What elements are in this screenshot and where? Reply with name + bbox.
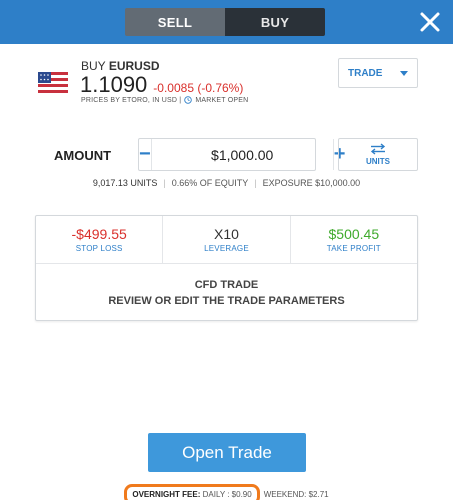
us-flag-icon xyxy=(38,72,68,93)
stop-loss-param[interactable]: -$499.55 STOP LOSS xyxy=(36,216,162,263)
price-meta: PRICES BY ETORO, IN USD | MARKET OPEN xyxy=(81,96,248,104)
close-icon[interactable] xyxy=(417,9,443,35)
amount-stepper: − + xyxy=(138,138,345,171)
sell-buy-toggle: SELL BUY xyxy=(125,8,325,36)
decrease-amount-button[interactable]: − xyxy=(139,139,151,170)
weekend-fee: WEEKEND: $2.71 xyxy=(263,490,329,499)
trade-parameters-panel: -$499.55 STOP LOSS X10 LEVERAGE $500.45 … xyxy=(35,215,418,321)
leverage-value: X10 xyxy=(214,226,239,242)
position-info: 9,017.13 UNITS | 0.66% OF EQUITY | EXPOS… xyxy=(92,178,361,188)
top-bar: SELL BUY xyxy=(0,0,453,44)
cfd-subtitle: REVIEW OR EDIT THE TRADE PARAMETERS xyxy=(108,295,345,307)
order-type-value: TRADE xyxy=(348,67,383,79)
price-row: 1.1090 -0.0085 (-0.76%) xyxy=(80,72,243,98)
units-toggle-button[interactable]: UNITS xyxy=(338,138,418,171)
units-count: 9,017.13 UNITS xyxy=(92,178,158,188)
leverage-label: LEVERAGE xyxy=(204,244,249,253)
take-profit-param[interactable]: $500.45 TAKE PROFIT xyxy=(289,216,417,263)
amount-input[interactable] xyxy=(150,139,334,170)
cfd-notice: CFD TRADE REVIEW OR EDIT THE TRADE PARAM… xyxy=(36,264,417,309)
stop-loss-label: STOP LOSS xyxy=(75,244,123,253)
buy-button[interactable]: BUY xyxy=(225,8,325,36)
instrument-title: BUY EURUSD xyxy=(81,59,159,73)
take-profit-value: $500.45 xyxy=(328,226,380,242)
cfd-title: CFD TRADE xyxy=(194,279,259,291)
take-profit-label: TAKE PROFIT xyxy=(326,244,381,253)
equity-percent: 0.66% OF EQUITY xyxy=(171,178,249,188)
leverage-param[interactable]: X10 LEVERAGE xyxy=(162,216,289,263)
fees-row: OVERNIGHT FEE: DAILY : $0.90 WEEKEND: $2… xyxy=(0,484,453,500)
price-source: PRICES BY ETORO, IN USD | xyxy=(81,96,182,104)
swap-arrows-icon xyxy=(370,143,386,155)
chevron-down-icon xyxy=(400,70,408,76)
instrument-symbol: EURUSD xyxy=(108,59,160,73)
instrument-price: 1.1090 xyxy=(80,72,148,97)
open-trade-button[interactable]: Open Trade xyxy=(148,433,306,472)
stop-loss-value: -$499.55 xyxy=(71,226,127,242)
exposure: EXPOSURE $10,000.00 xyxy=(262,178,361,188)
trade-form: BUY EURUSD 1.1090 -0.0085 (-0.76%) PRICE… xyxy=(0,44,453,500)
units-label: UNITS xyxy=(366,157,390,166)
overnight-fee-label: OVERNIGHT FEE: xyxy=(132,490,201,499)
amount-label: AMOUNT xyxy=(54,148,112,163)
trade-direction: BUY xyxy=(81,59,106,73)
overnight-fee-highlight: OVERNIGHT FEE: DAILY : $0.90 xyxy=(124,484,260,500)
parameters-row: -$499.55 STOP LOSS X10 LEVERAGE $500.45 … xyxy=(36,216,417,264)
order-type-select[interactable]: TRADE xyxy=(338,58,418,88)
clock-icon xyxy=(184,96,193,104)
sell-button[interactable]: SELL xyxy=(125,8,225,36)
market-status: MARKET OPEN xyxy=(195,96,249,104)
daily-fee: DAILY : $0.90 xyxy=(202,490,252,499)
price-change: -0.0085 (-0.76%) xyxy=(153,81,244,95)
